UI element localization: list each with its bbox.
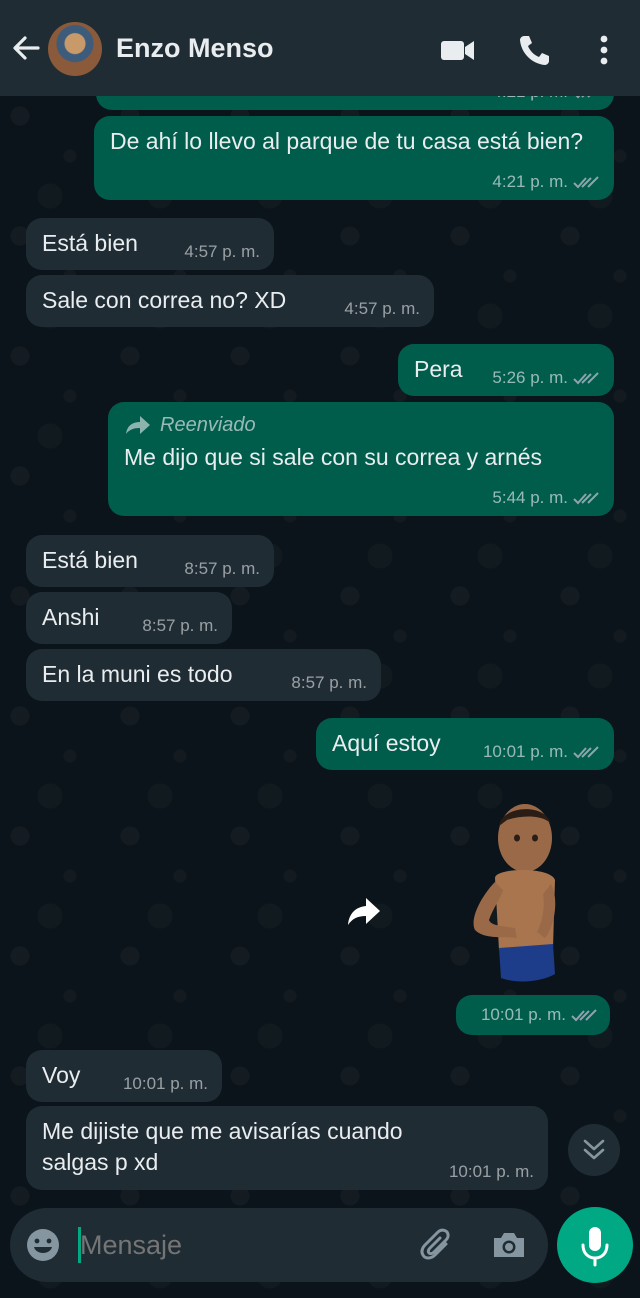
sticker-time-pill: 10:01 p. m. xyxy=(456,995,610,1035)
message-bubble-incoming[interactable]: Sale con correa no? XD 4:57 p. m. xyxy=(26,275,434,327)
read-ticks-icon xyxy=(571,1009,597,1022)
message-composer xyxy=(10,1208,548,1282)
message-time: 10:01 p. m. xyxy=(480,1005,566,1024)
message-input[interactable] xyxy=(80,1220,400,1270)
message-time: 8:57 p. m. xyxy=(291,673,367,692)
more-vert-icon xyxy=(600,35,608,65)
message-time: 10:01 p. m. xyxy=(122,1074,208,1093)
message-bubble-incoming[interactable]: En la muni es todo 8:57 p. m. xyxy=(26,649,381,701)
message-bubble-outgoing[interactable]: De ahí lo llevo al parque de tu casa est… xyxy=(94,116,614,200)
read-ticks-icon xyxy=(573,372,599,385)
message-time: 4:21 p. m. xyxy=(492,172,568,191)
message-bubble-outgoing[interactable]: Pera 5:26 p. m. xyxy=(398,344,614,396)
message-bubble-incoming[interactable]: Voy 10:01 p. m. xyxy=(26,1050,222,1102)
forward-sticker-button[interactable] xyxy=(340,888,388,936)
message-time: 4:57 p. m. xyxy=(344,299,420,318)
emoji-button[interactable] xyxy=(24,1226,62,1264)
double-chevron-down-icon xyxy=(583,1139,605,1160)
back-button[interactable] xyxy=(8,30,44,66)
paperclip-icon xyxy=(420,1228,450,1260)
message-time: 10:01 p. m. xyxy=(448,1162,534,1181)
message-time: 8:57 p. m. xyxy=(184,559,260,578)
forward-arrow-icon xyxy=(348,898,380,925)
arrow-left-icon xyxy=(13,36,40,60)
message-time: 8:57 p. m. xyxy=(142,616,218,635)
video-call-icon xyxy=(441,41,474,60)
read-ticks-icon xyxy=(573,176,599,189)
scroll-to-bottom-button[interactable] xyxy=(568,1124,620,1176)
read-ticks-icon xyxy=(573,492,599,505)
message-time: 5:44 p. m. xyxy=(492,488,568,507)
voice-call-button[interactable] xyxy=(514,30,554,70)
chat-header: Enzo Menso xyxy=(0,0,640,96)
message-text: Me dijo que si sale con su correa y arné… xyxy=(124,444,543,470)
attach-button[interactable] xyxy=(418,1226,456,1264)
forwarded-label: Reenviado xyxy=(160,414,256,436)
message-bubble-incoming[interactable]: Está bien 4:57 p. m. xyxy=(26,218,274,270)
message-bubble-incoming[interactable]: Está bien 8:57 p. m. xyxy=(26,535,274,587)
message-text: Me dijiste que me avisarías cuando salga… xyxy=(42,1118,403,1175)
video-call-button[interactable] xyxy=(438,30,478,70)
camera-icon xyxy=(494,1233,524,1257)
voice-message-button[interactable] xyxy=(557,1207,633,1283)
microphone-icon xyxy=(581,1227,609,1267)
message-time: 4:57 p. m. xyxy=(184,242,260,261)
message-time: 10:01 p. m. xyxy=(482,742,568,761)
message-bubble-incoming[interactable]: Me dijiste que me avisarías cuando salga… xyxy=(26,1106,548,1190)
phone-icon xyxy=(520,36,549,65)
sticker-image[interactable] xyxy=(455,798,565,993)
message-bubble-outgoing[interactable]: Aquí estoy 10:01 p. m. xyxy=(316,718,614,770)
camera-button[interactable] xyxy=(490,1226,528,1264)
message-time: 5:26 p. m. xyxy=(492,368,568,387)
contact-name[interactable]: Enzo Menso xyxy=(116,33,274,64)
message-bubble-forwarded[interactable]: Reenviado Me dijo que si sale con su cor… xyxy=(108,402,614,516)
read-ticks-icon xyxy=(573,746,599,759)
message-bubble-incoming[interactable]: Anshi 8:57 p. m. xyxy=(26,592,232,644)
message-text: De ahí lo llevo al parque de tu casa est… xyxy=(110,128,584,154)
forwarded-arrow-icon xyxy=(126,416,150,434)
avatar[interactable] xyxy=(48,22,102,76)
toddler-sticker-graphic xyxy=(473,804,556,982)
menu-button[interactable] xyxy=(584,30,624,70)
emoji-icon xyxy=(27,1229,59,1261)
